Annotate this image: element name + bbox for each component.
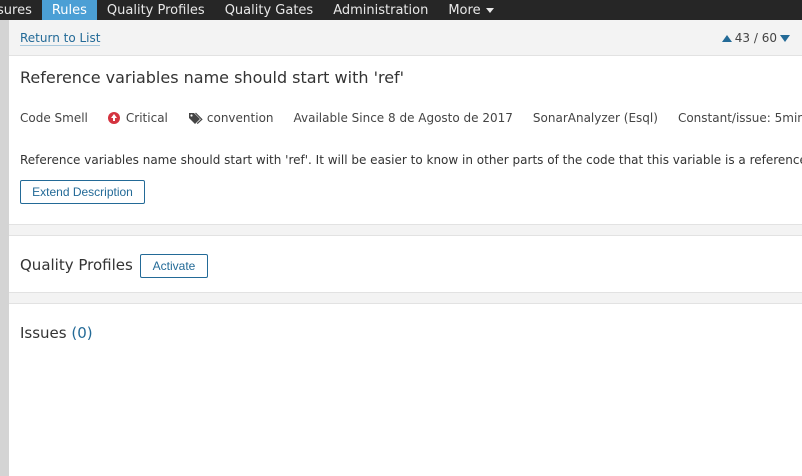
- rule-remediation: Constant/issue: 5min: [677, 111, 802, 125]
- quality-profiles-heading: Quality Profiles: [20, 256, 133, 274]
- nav-item-label: Administration: [333, 2, 429, 18]
- left-rail: [0, 20, 9, 476]
- activate-button[interactable]: Activate: [140, 254, 208, 278]
- triangle-down-icon[interactable]: [780, 34, 790, 42]
- rule-repository: SonarAnalyzer (Esql): [532, 111, 658, 125]
- top-navigation: sures Rules Quality Profiles Quality Gat…: [0, 0, 802, 20]
- rule-pagination: 43 / 60: [721, 31, 790, 45]
- issues-label: Issues: [20, 324, 67, 342]
- issues-heading: Issues (0): [20, 324, 93, 342]
- nav-item-administration[interactable]: Administration: [323, 0, 438, 20]
- nav-item-rules[interactable]: Rules: [41, 0, 97, 20]
- nav-item-quality-profiles[interactable]: Quality Profiles: [97, 0, 215, 20]
- rule-title: Reference variables name should start wi…: [20, 68, 405, 87]
- rule-tags[interactable]: convention: [188, 111, 274, 125]
- nav-item-more[interactable]: More: [438, 0, 503, 20]
- rule-list-toolbar: Return to List 43 / 60: [9, 20, 802, 56]
- rule-severity: Critical: [107, 111, 168, 125]
- extend-description-button[interactable]: Extend Description: [20, 180, 145, 204]
- nav-item-label: More: [448, 2, 481, 18]
- tag-icon: [188, 112, 203, 124]
- nav-item-label: sures: [0, 2, 32, 18]
- rule-meta: Code Smell Critical convention Available…: [20, 110, 802, 126]
- triangle-up-icon[interactable]: [721, 34, 732, 42]
- rule-description: Reference variables name should start wi…: [20, 153, 802, 167]
- nav-item-label: Quality Profiles: [106, 2, 205, 18]
- nav-item-measures[interactable]: sures: [0, 0, 42, 20]
- rule-position: 43 / 60: [734, 31, 777, 45]
- page-root: sures Rules Quality Profiles Quality Gat…: [0, 0, 802, 476]
- rule-severity-label: Critical: [125, 111, 168, 125]
- nav-item-label: Rules: [51, 2, 87, 18]
- chevron-down-icon: [485, 7, 494, 13]
- nav-item-quality-gates[interactable]: Quality Gates: [215, 0, 324, 20]
- rule-tag-label: convention: [206, 111, 274, 125]
- return-to-list-link[interactable]: Return to List: [20, 31, 101, 46]
- rule-available-since: Available Since 8 de Agosto de 2017: [293, 111, 513, 125]
- section-divider: [9, 224, 802, 236]
- section-divider: [9, 292, 802, 304]
- critical-arrow-up-circle-icon: [107, 112, 120, 124]
- nav-item-label: Quality Gates: [224, 2, 314, 18]
- rule-type: Code Smell: [20, 111, 88, 125]
- issues-count-link[interactable]: (0): [71, 324, 92, 342]
